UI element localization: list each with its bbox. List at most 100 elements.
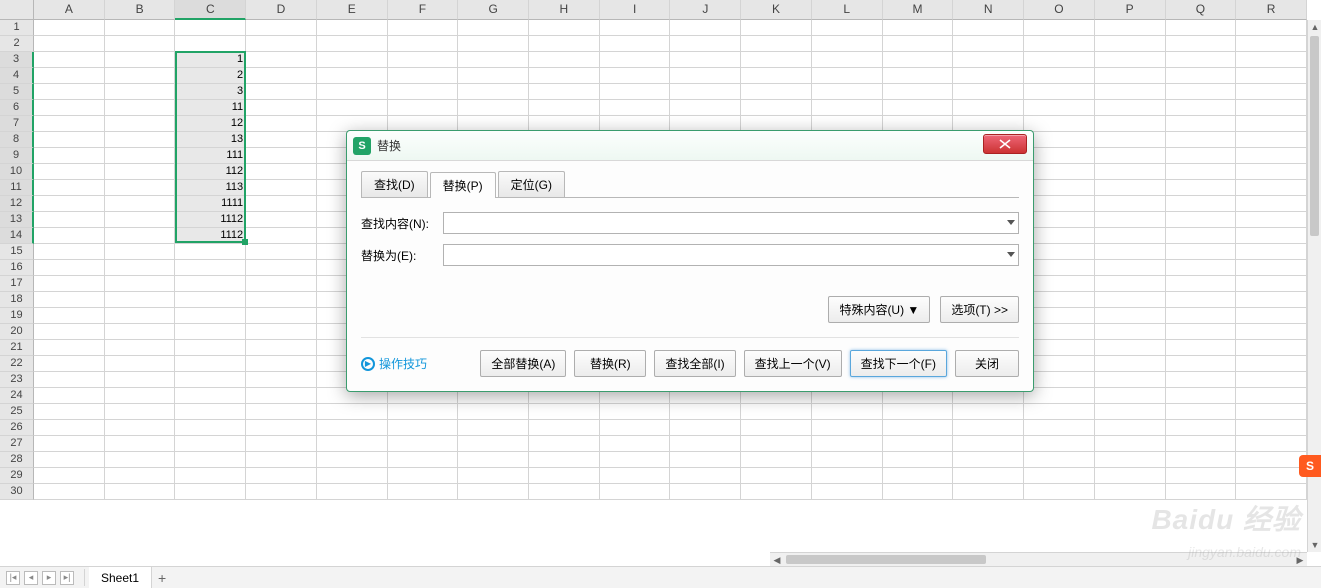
cell[interactable] [246, 116, 317, 132]
cell[interactable] [1166, 292, 1237, 308]
cell[interactable] [529, 36, 600, 52]
cell[interactable] [388, 68, 459, 84]
cell[interactable] [529, 452, 600, 468]
cell[interactable] [953, 436, 1024, 452]
cell[interactable] [1236, 212, 1307, 228]
cell[interactable] [1095, 292, 1166, 308]
cell[interactable] [388, 436, 459, 452]
cell[interactable]: 1111 [175, 196, 246, 212]
cell[interactable] [388, 84, 459, 100]
cell[interactable] [1166, 52, 1237, 68]
cell[interactable] [458, 68, 529, 84]
cell[interactable] [1236, 148, 1307, 164]
cell[interactable] [105, 228, 176, 244]
column-header[interactable]: F [388, 0, 459, 20]
cell[interactable] [34, 276, 105, 292]
sheet-nav-last[interactable]: ▸| [60, 571, 74, 585]
row-header[interactable]: 26 [0, 420, 34, 436]
cell[interactable] [812, 52, 883, 68]
cell[interactable] [317, 52, 388, 68]
cell[interactable] [105, 100, 176, 116]
find-next-button[interactable]: 查找下一个(F) [850, 350, 947, 377]
cell[interactable] [812, 484, 883, 500]
cell[interactable] [1166, 340, 1237, 356]
cell[interactable] [670, 100, 741, 116]
cell[interactable] [670, 404, 741, 420]
cell[interactable] [1024, 340, 1095, 356]
cell[interactable] [741, 468, 812, 484]
cell[interactable] [600, 100, 671, 116]
cell[interactable] [670, 452, 741, 468]
cell[interactable]: 13 [175, 132, 246, 148]
sheet-nav-prev[interactable]: ◂ [24, 571, 38, 585]
cell[interactable] [1095, 164, 1166, 180]
cell[interactable] [246, 84, 317, 100]
cell[interactable] [175, 276, 246, 292]
cell[interactable] [34, 228, 105, 244]
cell[interactable] [34, 132, 105, 148]
cell[interactable] [105, 356, 176, 372]
cell[interactable]: 3 [175, 84, 246, 100]
cell[interactable] [175, 420, 246, 436]
cell[interactable] [1024, 276, 1095, 292]
cell[interactable] [1024, 100, 1095, 116]
cell[interactable] [1095, 244, 1166, 260]
cell[interactable] [600, 84, 671, 100]
select-all-corner[interactable] [0, 0, 34, 20]
cell[interactable] [1236, 52, 1307, 68]
close-button[interactable]: 关闭 [955, 350, 1019, 377]
cell[interactable] [1236, 452, 1307, 468]
cell[interactable] [1024, 196, 1095, 212]
cell[interactable] [600, 20, 671, 36]
cell[interactable] [1095, 36, 1166, 52]
cell[interactable] [1095, 132, 1166, 148]
cell[interactable] [812, 100, 883, 116]
row-header[interactable]: 28 [0, 452, 34, 468]
cell[interactable] [1166, 260, 1237, 276]
row-header[interactable]: 7 [0, 116, 34, 132]
cell[interactable] [246, 196, 317, 212]
cell[interactable] [317, 436, 388, 452]
cell[interactable] [34, 100, 105, 116]
cell[interactable] [741, 68, 812, 84]
row-header[interactable]: 19 [0, 308, 34, 324]
cell[interactable] [1236, 100, 1307, 116]
cell[interactable] [105, 484, 176, 500]
cell[interactable] [175, 356, 246, 372]
cell[interactable] [1095, 484, 1166, 500]
cell[interactable] [34, 436, 105, 452]
cell[interactable] [883, 468, 954, 484]
cell[interactable] [246, 436, 317, 452]
cell[interactable] [600, 484, 671, 500]
cell[interactable] [1024, 116, 1095, 132]
cell[interactable] [105, 436, 176, 452]
cell[interactable] [317, 452, 388, 468]
row-header[interactable]: 30 [0, 484, 34, 500]
cell[interactable] [1166, 308, 1237, 324]
cell[interactable] [812, 468, 883, 484]
cell[interactable] [105, 164, 176, 180]
cell[interactable]: 1112 [175, 212, 246, 228]
cell[interactable] [1024, 20, 1095, 36]
cell[interactable] [458, 436, 529, 452]
cell[interactable] [246, 356, 317, 372]
cell[interactable] [741, 100, 812, 116]
row-header[interactable]: 22 [0, 356, 34, 372]
cell[interactable] [529, 468, 600, 484]
cell[interactable] [1095, 468, 1166, 484]
scroll-left-button[interactable]: ◀ [770, 553, 784, 567]
cell[interactable] [812, 36, 883, 52]
cell[interactable] [1095, 68, 1166, 84]
cell[interactable] [317, 68, 388, 84]
cell[interactable] [246, 148, 317, 164]
cell[interactable] [105, 132, 176, 148]
tab-goto[interactable]: 定位(G) [498, 171, 565, 197]
cell[interactable] [1166, 132, 1237, 148]
cell[interactable] [1236, 468, 1307, 484]
cell[interactable] [812, 420, 883, 436]
cell[interactable] [1236, 84, 1307, 100]
cell[interactable] [1024, 468, 1095, 484]
cell[interactable] [1095, 452, 1166, 468]
cell[interactable] [34, 244, 105, 260]
cell[interactable] [1166, 420, 1237, 436]
